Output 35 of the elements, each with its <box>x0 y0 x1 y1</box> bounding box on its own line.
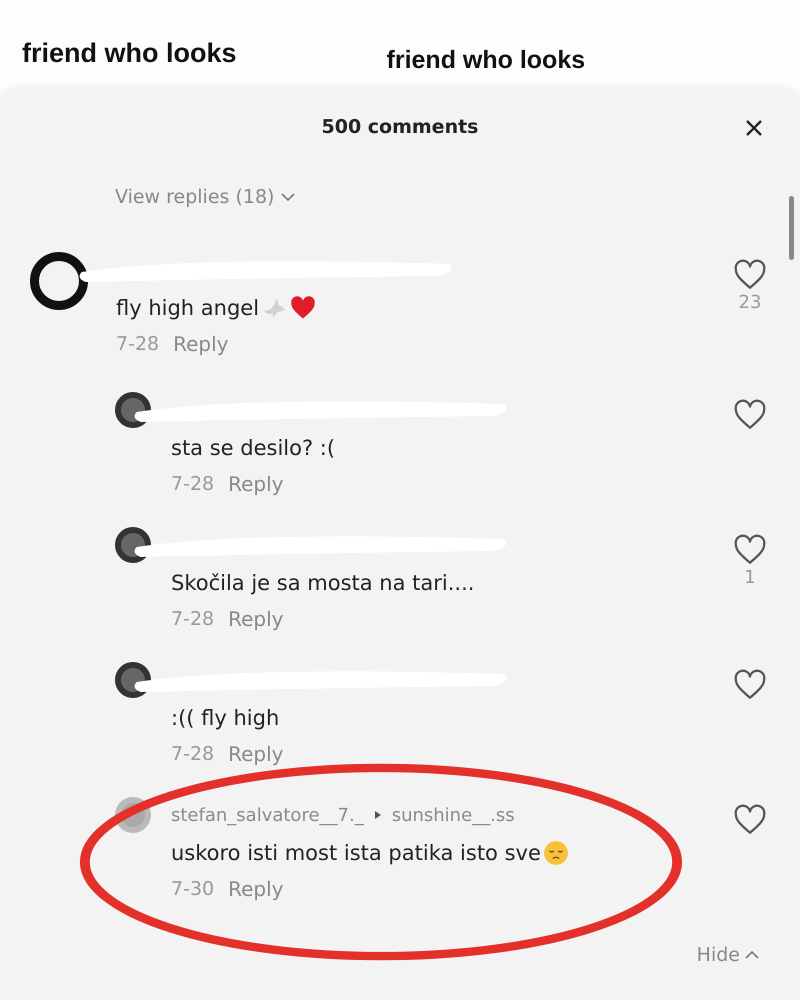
close-icon <box>744 118 764 138</box>
like-count: 1 <box>744 567 756 588</box>
comment-text: sta se desilo? :( <box>171 436 336 460</box>
reply-button[interactable]: Reply <box>228 472 284 496</box>
username[interactable]: stefan_salvatore__7._ <box>171 804 364 826</box>
heart-icon[interactable] <box>733 803 767 837</box>
comment-text: :(( fly high <box>171 706 280 730</box>
reply-button[interactable]: Reply <box>228 877 284 901</box>
hide-replies-button[interactable]: Hide <box>696 944 760 966</box>
reply-target-username[interactable]: sunshine__.ss <box>392 804 515 826</box>
comment-text: uskoro isti most ista patika isto sve <box>171 841 541 865</box>
heart-icon[interactable] <box>733 258 767 292</box>
comment-text: fly high angel <box>116 296 260 320</box>
comment-date: 7-28 <box>171 608 214 630</box>
comment-date: 7-28 <box>116 333 160 355</box>
scrollbar[interactable] <box>789 196 794 260</box>
caret-icon <box>374 810 382 820</box>
heart-icon[interactable] <box>733 533 767 567</box>
like-count: 23 <box>738 292 762 313</box>
comment-date: 7-30 <box>171 878 214 900</box>
reply-button[interactable]: Reply <box>228 742 284 766</box>
video-caption: friend who looks <box>22 38 237 70</box>
chevron-down-icon <box>280 192 296 202</box>
comment-date: 7-28 <box>171 743 214 765</box>
sheet-title: 500 comments <box>322 116 478 138</box>
heart-icon[interactable] <box>733 398 767 432</box>
sad-face-icon <box>542 840 569 866</box>
reply-button[interactable]: Reply <box>173 332 229 356</box>
comment-date: 7-28 <box>171 473 214 495</box>
comment-text: Skočila je sa mosta na tari.... <box>171 571 474 595</box>
heart-icon[interactable] <box>733 668 767 702</box>
chevron-up-icon <box>744 950 760 960</box>
video-caption: friend who looks <box>386 46 586 76</box>
view-replies-link[interactable]: View replies (18) <box>115 186 296 208</box>
reply-button[interactable]: Reply <box>228 607 284 631</box>
